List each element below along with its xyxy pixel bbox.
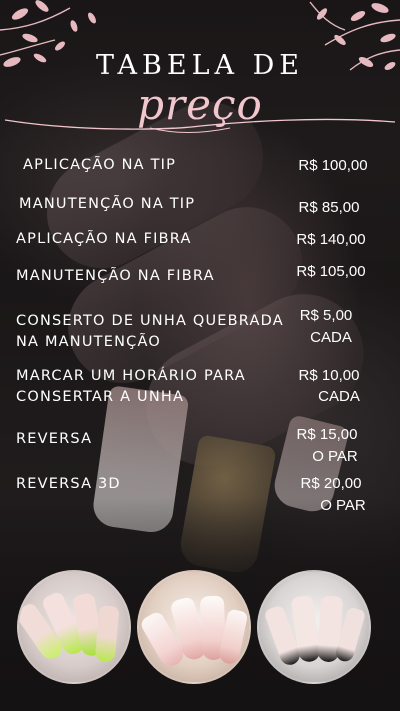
service-name-reversa: REVERSA bbox=[16, 431, 93, 447]
price-reversa: R$ 15,00 bbox=[296, 426, 358, 443]
page-title: TABELA DE bbox=[96, 50, 304, 81]
price-conserto: R$ 5,00 bbox=[299, 307, 353, 324]
price-conserto-unit: CADA bbox=[310, 329, 352, 346]
price-reversa-3d-unit: O PAR bbox=[320, 497, 366, 514]
neon-green-french-nails-photo bbox=[17, 570, 131, 684]
service-name-aplicacao-fibra: APLICAÇÃO NA FIBRA bbox=[16, 231, 192, 247]
service-name-reversa-3d: REVERSA 3D bbox=[16, 476, 121, 492]
price-aplicacao-fibra: R$ 140,00 bbox=[296, 231, 366, 248]
price-manutencao-tip: R$ 85,00 bbox=[298, 199, 360, 216]
price-manutencao-fibra: R$ 105,00 bbox=[296, 263, 366, 280]
price-marcar: R$ 10,00 bbox=[298, 367, 360, 384]
service-name-manutencao-fibra: MANUTENÇÃO NA FIBRA bbox=[16, 268, 215, 284]
price-aplicacao-tip: R$ 100,00 bbox=[298, 157, 368, 174]
price-reversa-3d: R$ 20,00 bbox=[300, 475, 362, 492]
pink-white-ombre-nails-photo bbox=[137, 570, 251, 684]
service-name-manutencao-tip: MANUTENÇÃO NA TIP bbox=[19, 196, 196, 212]
service-name-marcar-line2: CONSERTAR A UNHA bbox=[16, 389, 185, 405]
black-french-nails-photo bbox=[257, 570, 371, 684]
title-swash-icon bbox=[4, 118, 396, 133]
price-marcar-unit: CADA bbox=[318, 388, 360, 405]
service-name-aplicacao-tip: APLICAÇÃO NA TIP bbox=[23, 157, 177, 173]
service-name-conserto-line1: CONSERTO DE UNHA QUEBRADA bbox=[16, 313, 284, 329]
service-name-conserto-line2: NA MANUTENÇÃO bbox=[16, 334, 161, 350]
service-name-marcar-line1: MARCAR UM HORÁRIO PARA bbox=[16, 368, 246, 384]
price-reversa-unit: O PAR bbox=[312, 448, 358, 465]
